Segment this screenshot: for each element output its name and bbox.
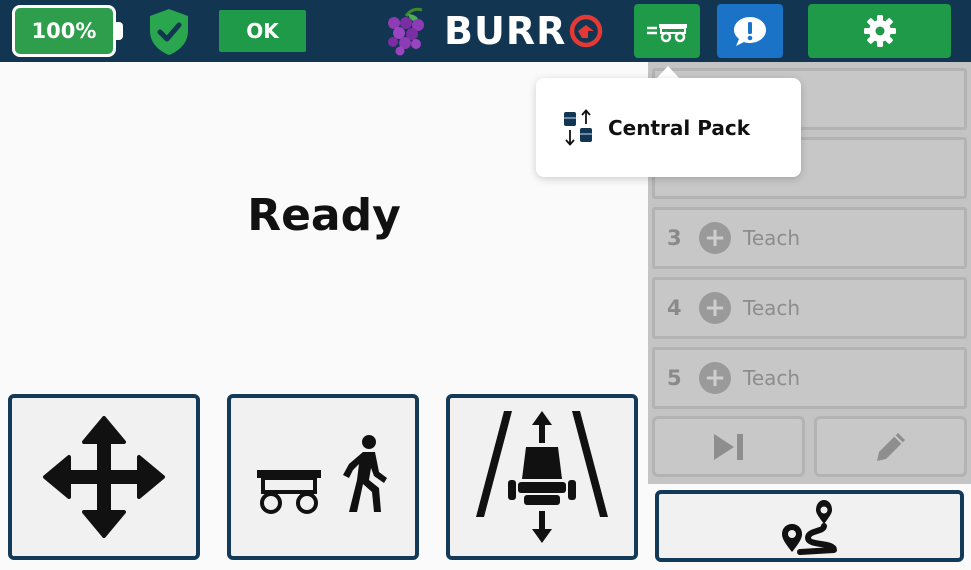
message-alert-icon	[734, 17, 766, 46]
brand-text: BURR	[444, 9, 567, 53]
robot-cart-icon	[647, 24, 687, 43]
gear-icon	[863, 15, 896, 47]
brand-logo-mark	[570, 14, 603, 48]
height-adjust-icon	[476, 411, 608, 543]
battery-indicator: 100%	[12, 5, 116, 57]
route-row-number: 5	[667, 366, 682, 390]
robot-cart-button[interactable]	[634, 4, 700, 58]
skip-forward-icon	[713, 433, 743, 460]
route-row-4[interactable]: 4 + Teach	[652, 277, 967, 339]
central-pack-popover[interactable]: Central Pack	[536, 78, 801, 177]
route-row-label: Teach	[743, 296, 801, 320]
edit-route-button[interactable]	[814, 416, 967, 477]
pencil-icon	[876, 432, 905, 461]
route-row-3[interactable]: 3 + Teach	[652, 207, 967, 269]
battery-tip	[115, 22, 123, 40]
central-pack-icon	[564, 108, 592, 146]
plus-icon: +	[699, 362, 731, 394]
route-row-number: 4	[667, 296, 682, 320]
shield-check-icon	[150, 9, 188, 55]
route-row-label: Teach	[743, 366, 801, 390]
skip-forward-button[interactable]	[652, 416, 805, 477]
robot-status-text: Ready	[247, 190, 401, 241]
battery-level: 100%	[31, 19, 97, 43]
route-row-number: 3	[667, 226, 682, 250]
messages-button[interactable]	[717, 4, 783, 58]
settings-button[interactable]	[808, 4, 951, 58]
follow-me-button[interactable]	[227, 394, 419, 560]
route-icon	[781, 500, 837, 555]
route-row-label: Teach	[743, 226, 801, 250]
grapes-icon	[388, 7, 424, 56]
popover-label: Central Pack	[608, 115, 750, 140]
status-badge: OK	[219, 10, 306, 52]
plus-icon: +	[699, 222, 731, 254]
route-row-5[interactable]: 5 + Teach	[652, 347, 967, 409]
status-badge-label: OK	[246, 19, 279, 43]
brand-logo: BURR	[444, 6, 604, 56]
plus-icon: +	[699, 292, 731, 324]
routes-button[interactable]	[655, 490, 964, 562]
manual-drive-button[interactable]	[8, 394, 200, 560]
follow-me-icon	[257, 435, 387, 514]
height-adjust-button[interactable]	[446, 394, 638, 560]
move-arrows-icon	[43, 416, 165, 538]
